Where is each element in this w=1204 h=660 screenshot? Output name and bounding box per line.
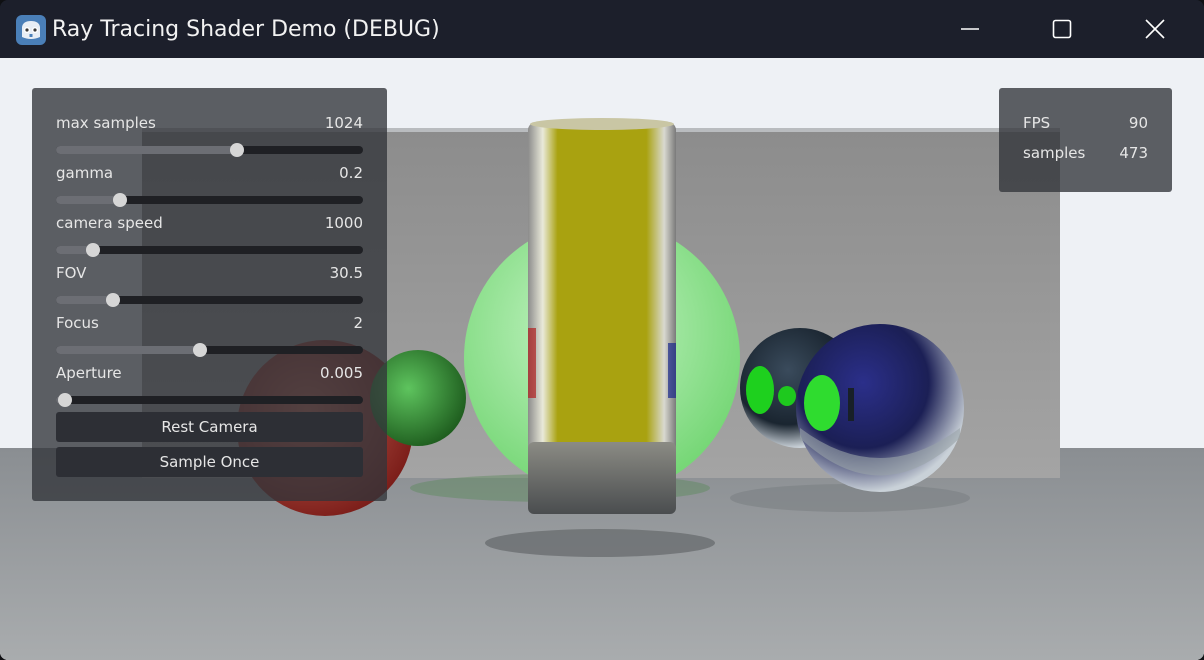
settings-panel: max samples 1024 gamma 0.2 camera speed … [32, 88, 387, 501]
maximize-button[interactable] [1039, 6, 1085, 52]
camera-speed-slider[interactable] [56, 243, 363, 257]
camera-speed-label: camera speed [56, 214, 163, 232]
slider-track [56, 246, 363, 254]
minimize-button[interactable] [947, 6, 993, 52]
focus-slider[interactable] [56, 343, 363, 357]
slider-thumb[interactable] [113, 193, 127, 207]
godot-engine-icon [16, 15, 46, 45]
focus-label: Focus [56, 314, 99, 332]
sample-once-button[interactable]: Sample Once [56, 447, 363, 477]
fps-value: 90 [1128, 114, 1148, 132]
slider-thumb[interactable] [193, 343, 207, 357]
close-icon [1145, 19, 1165, 39]
aperture-slider[interactable] [56, 393, 363, 407]
slider-fill [56, 296, 113, 304]
slider-thumb[interactable] [58, 393, 72, 407]
fps-label: FPS [1023, 114, 1051, 132]
slider-fill [56, 346, 200, 354]
slider-fill [56, 196, 120, 204]
slider-thumb[interactable] [86, 243, 100, 257]
max-samples-label: max samples [56, 114, 156, 132]
slider-thumb[interactable] [230, 143, 244, 157]
aperture-label: Aperture [56, 364, 122, 382]
fov-label: FOV [56, 264, 87, 282]
samples-label: samples [1023, 144, 1086, 162]
slider-thumb[interactable] [106, 293, 120, 307]
samples-value: 473 [1119, 144, 1148, 162]
close-button[interactable] [1132, 6, 1178, 52]
reset-camera-button[interactable]: Rest Camera [56, 412, 363, 442]
maximize-icon [1052, 19, 1072, 39]
aperture-value: 0.005 [320, 364, 363, 382]
stats-panel: FPS 90 samples 473 [999, 88, 1172, 192]
title-bar[interactable]: Ray Tracing Shader Demo (DEBUG) [0, 0, 1204, 58]
camera-speed-value: 1000 [324, 214, 363, 232]
fov-value: 30.5 [329, 264, 363, 282]
minimize-icon [961, 28, 979, 30]
max-samples-value: 1024 [324, 114, 363, 132]
window-title: Ray Tracing Shader Demo (DEBUG) [52, 17, 440, 42]
gamma-slider[interactable] [56, 193, 363, 207]
slider-fill [56, 146, 237, 154]
max-samples-slider[interactable] [56, 143, 363, 157]
gamma-value: 0.2 [339, 164, 363, 182]
render-viewport[interactable]: max samples 1024 gamma 0.2 camera speed … [0, 58, 1204, 660]
slider-track [56, 396, 363, 404]
fov-slider[interactable] [56, 293, 363, 307]
app-window: Ray Tracing Shader Demo (DEBUG) max samp… [0, 0, 1204, 660]
focus-value: 2 [353, 314, 363, 332]
gamma-label: gamma [56, 164, 114, 182]
